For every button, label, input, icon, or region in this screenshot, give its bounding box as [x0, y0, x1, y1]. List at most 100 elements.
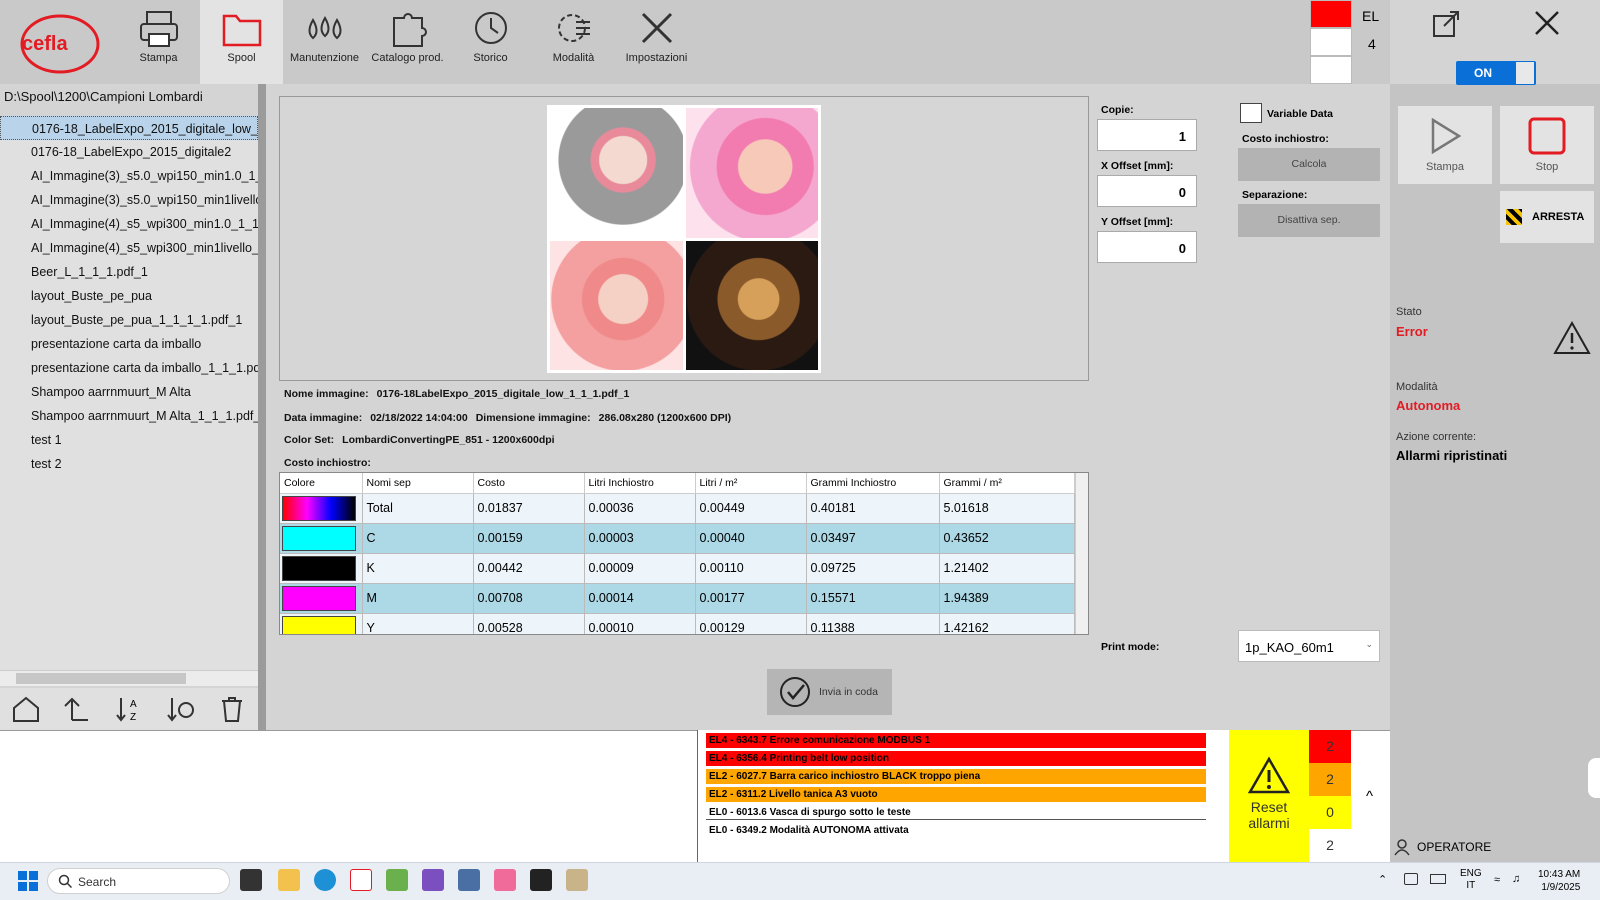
logo-text: cefla [22, 33, 68, 55]
list-item[interactable]: Shampoo aarrnmuurt_M Alta_1_1_1.pdf_1 [0, 404, 258, 428]
app-icon[interactable] [458, 869, 480, 891]
calcola-button[interactable]: Calcola [1238, 148, 1380, 181]
file-list[interactable]: 0176-18_LabelExpo_2015_digitale_low_1_ 0… [0, 116, 258, 670]
taskbar-search[interactable]: Search [47, 868, 230, 894]
nav-storico[interactable]: Storico [449, 0, 532, 84]
reset-alarms-button[interactable]: Reset allarmi [1229, 730, 1309, 862]
alarm-item[interactable]: EL4 - 6343.7 Errore comunicazione MODBUS… [706, 733, 1206, 748]
nav-stampa[interactable]: Stampa [117, 0, 200, 84]
alarm-item[interactable]: EL4 - 6356.4 Printing belt low position [706, 751, 1206, 766]
list-item[interactable]: Beer_L_1_1_1.pdf_1 [0, 260, 258, 284]
folder-up-icon[interactable] [62, 694, 92, 724]
volume-icon[interactable]: ♫ [1512, 873, 1520, 885]
chevron-up-icon[interactable]: ⌃ [1378, 873, 1387, 886]
alarm-item[interactable]: EL0 - 6013.6 Vasca di spurgo sotto le te… [706, 805, 1206, 820]
table-row[interactable]: M 0.00708 0.00014 0.00177 0.15571 1.94389 [280, 583, 1075, 614]
list-item[interactable]: test 2 [0, 452, 258, 476]
print-mode-select[interactable]: 1p_KAO_60m1 ⌄ [1238, 630, 1380, 662]
terminal-icon[interactable] [530, 869, 552, 891]
indicator-white [1310, 56, 1352, 84]
x-offset-input[interactable]: 0 [1097, 175, 1197, 207]
scrollbar-thumb[interactable] [16, 673, 186, 684]
file-explorer-icon[interactable] [278, 869, 300, 891]
keyboard-icon[interactable] [1430, 874, 1446, 884]
cell: Y [362, 613, 474, 634]
on-toggle[interactable]: ON [1456, 61, 1536, 85]
list-item[interactable]: Shampoo aarrnmuurt_M Alta [0, 380, 258, 404]
sort-date-icon[interactable] [166, 694, 196, 724]
nav-spool[interactable]: Spool [200, 0, 283, 84]
list-item[interactable]: AI_Immagine(3)_s5.0_wpi150_min1livello_ [0, 188, 258, 212]
variable-data-checkbox[interactable] [1240, 103, 1262, 123]
list-item[interactable]: AI_Immagine(4)_s5_wpi300_min1.0_1_1_1 [0, 212, 258, 236]
disattiva-sep-button[interactable]: Disattiva sep. [1238, 204, 1380, 237]
trash-icon[interactable] [217, 694, 247, 724]
copie-input[interactable]: 1 [1097, 119, 1197, 151]
info-value: 0176-18LabelExpo_2015_digitale_low_1_1_1… [376, 388, 630, 400]
notepad-app-icon[interactable] [386, 869, 408, 891]
edge-icon[interactable] [314, 869, 336, 891]
invia-in-coda-button[interactable]: Invia in coda [767, 669, 892, 715]
panel-splitter[interactable] [258, 84, 266, 730]
reset-label: allarmi [1248, 815, 1290, 831]
side-tab-icon[interactable] [1588, 758, 1600, 798]
list-item[interactable]: 0176-18_LabelExpo_2015_digitale2 [0, 140, 258, 164]
gear-list-icon [557, 14, 590, 42]
nav-manutenzione[interactable]: Manutenzione [283, 0, 366, 84]
cell: 0.00177 [695, 583, 807, 614]
list-item[interactable]: layout_Buste_pe_pua_1_1_1_1.pdf_1 [0, 308, 258, 332]
windows-start-icon[interactable] [18, 871, 38, 896]
warning-icon [1247, 756, 1291, 794]
y-offset-input[interactable]: 0 [1097, 231, 1197, 263]
list-item[interactable]: presentazione carta da imballo [0, 332, 258, 356]
list-item[interactable]: AI_Immagine(4)_s5_wpi300_min1livello_1 [0, 236, 258, 260]
expand-button[interactable]: ^ [1366, 788, 1373, 805]
app-icon[interactable] [494, 869, 516, 891]
list-item[interactable]: 0176-18_LabelExpo_2015_digitale_low_1_ [0, 116, 258, 140]
cell: 1.94389 [939, 583, 1075, 614]
chevron-down-icon: ⌄ [1365, 639, 1373, 649]
list-item[interactable]: layout_Buste_pe_pua [0, 284, 258, 308]
toggle-knob [1516, 62, 1534, 84]
alarm-item[interactable]: EL2 - 6027.7 Barra carico inchiostro BLA… [706, 769, 1206, 784]
column-header: Grammi Inchiostro [806, 473, 940, 494]
alarm-item[interactable]: EL0 - 6349.2 Modalità AUTONOMA attivata [706, 823, 1206, 838]
list-item[interactable]: presentazione carta da imballo_1_1_1.pdf [0, 356, 258, 380]
wifi-icon[interactable]: ≈ [1494, 874, 1500, 886]
home-icon[interactable] [11, 694, 41, 724]
horizontal-scrollbar[interactable] [0, 670, 258, 686]
sort-az-icon[interactable]: AZ [114, 694, 144, 724]
task-view-icon[interactable] [240, 869, 262, 891]
alarm-item[interactable]: EL2 - 6311.2 Livello tanica A3 vuoto [706, 787, 1206, 802]
clock[interactable]: 10:43 AM 1/9/2025 [1538, 868, 1580, 894]
search-placeholder: Search [78, 875, 117, 889]
nav-catalogo[interactable]: Catalogo prod. [366, 0, 449, 84]
operatore-button[interactable]: OPERATORE [1393, 838, 1491, 856]
network-icon[interactable] [1404, 873, 1418, 885]
history-icon [474, 12, 507, 44]
cefla-app-icon[interactable] [350, 869, 372, 891]
app-icon[interactable] [566, 869, 588, 891]
stampa-button[interactable]: Stampa [1398, 106, 1492, 184]
table-row[interactable]: K 0.00442 0.00009 0.00110 0.09725 1.21402 [280, 553, 1075, 584]
table-row[interactable]: C 0.00159 0.00003 0.00040 0.03497 0.43652 [280, 523, 1075, 554]
visual-studio-icon[interactable] [422, 869, 444, 891]
language-indicator[interactable]: ENG IT [1460, 868, 1482, 892]
cell: M [362, 583, 474, 614]
arresta-button[interactable]: ARRESTA [1500, 191, 1594, 243]
date: 1/9/2025 [1541, 882, 1581, 893]
cell: C [362, 523, 474, 554]
info-label: Dimensione immagine: [475, 412, 591, 424]
table-row[interactable]: Y 0.00528 0.00010 0.00129 0.11388 1.42162 [280, 613, 1075, 634]
list-item[interactable]: test 1 [0, 428, 258, 452]
list-item[interactable]: AI_Immagine(3)_s5.0_wpi150_min1.0_1_1_ [0, 164, 258, 188]
count-badge: 2 [1309, 763, 1351, 796]
close-icon[interactable] [1532, 8, 1562, 43]
external-window-icon[interactable] [1432, 8, 1462, 43]
nav-impostazioni[interactable]: Impostazioni [615, 0, 698, 84]
warning-icon [1552, 320, 1592, 361]
table-row[interactable]: Total 0.01837 0.00036 0.00449 0.40181 5.01618 [280, 493, 1075, 524]
stop-button[interactable]: Stop [1500, 106, 1594, 184]
vertical-scrollbar[interactable] [1075, 473, 1088, 634]
nav-modalita[interactable]: Modalità [532, 0, 615, 84]
